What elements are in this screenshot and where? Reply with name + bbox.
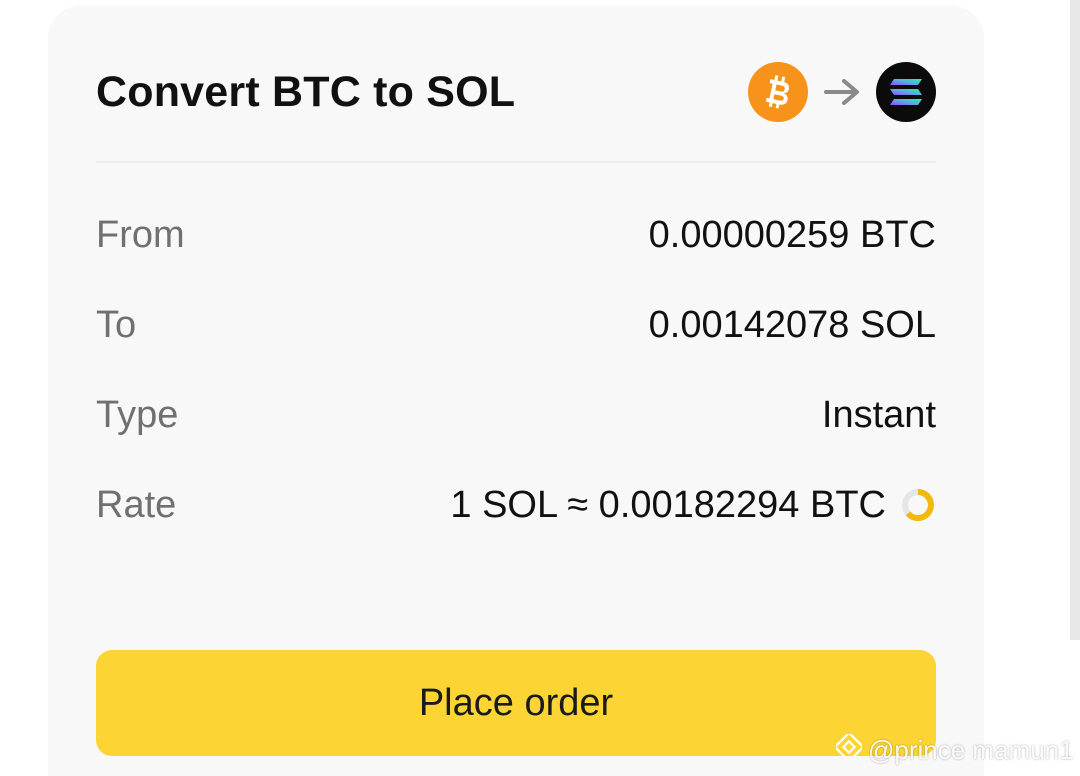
detail-row-rate: Rate 1 SOL ≈ 0.00182294 BTC bbox=[96, 460, 936, 550]
solana-icon bbox=[876, 62, 936, 122]
binance-logo-icon bbox=[833, 731, 865, 767]
detail-row-type: Type Instant bbox=[96, 370, 936, 460]
order-details: From 0.00000259 BTC To 0.00142078 SOL Ty… bbox=[96, 190, 936, 550]
arrow-right-icon bbox=[822, 72, 862, 112]
rate-label: Rate bbox=[96, 483, 177, 526]
page-title: Convert BTC to SOL bbox=[96, 67, 516, 116]
header-divider bbox=[96, 161, 936, 163]
refresh-countdown-icon[interactable] bbox=[900, 487, 936, 523]
rate-value-group: 1 SOL ≈ 0.00182294 BTC bbox=[450, 484, 936, 527]
convert-confirmation-screen: Convert BTC to SOL From 0.00000259 BTC T… bbox=[0, 0, 1080, 776]
detail-row-to: To 0.00142078 SOL bbox=[96, 280, 936, 370]
to-value: 0.00142078 SOL bbox=[648, 303, 936, 346]
watermark-text: @prince mamun1 bbox=[868, 735, 1074, 765]
currency-pair bbox=[748, 62, 936, 122]
type-value: Instant bbox=[821, 393, 936, 436]
detail-row-from: From 0.00000259 BTC bbox=[96, 190, 936, 280]
to-label: To bbox=[96, 303, 137, 346]
rate-value: 1 SOL ≈ 0.00182294 BTC bbox=[450, 483, 886, 526]
place-order-button[interactable]: Place order bbox=[96, 650, 936, 756]
convert-header: Convert BTC to SOL bbox=[96, 54, 936, 130]
scrollbar[interactable] bbox=[1070, 0, 1080, 640]
bitcoin-icon bbox=[748, 62, 808, 122]
from-value: 0.00000259 BTC bbox=[648, 213, 936, 256]
watermark: @prince mamun1 bbox=[833, 731, 1074, 767]
type-label: Type bbox=[96, 393, 179, 436]
from-label: From bbox=[96, 213, 185, 256]
